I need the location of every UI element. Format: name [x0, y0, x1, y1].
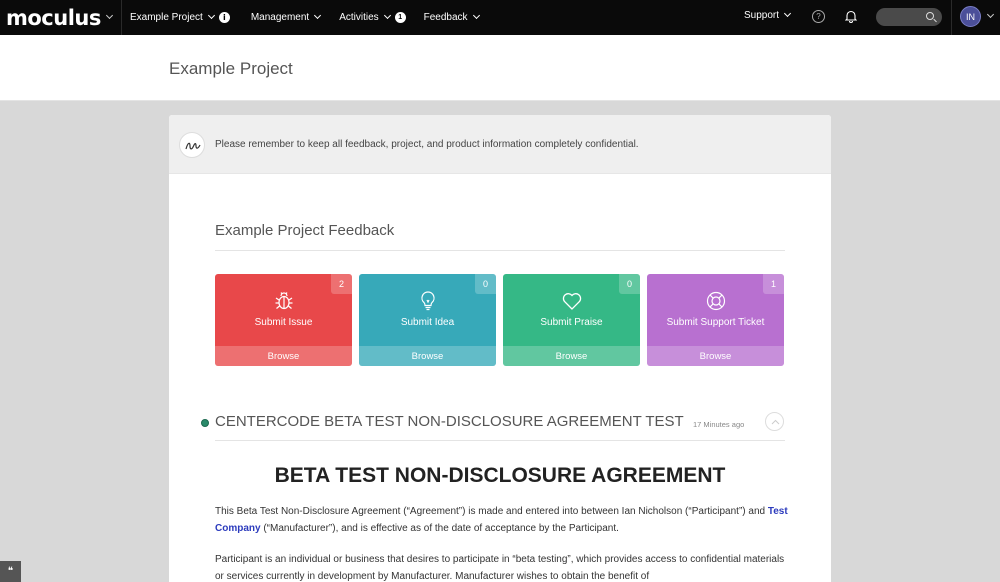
- lightbulb-icon: [417, 290, 439, 312]
- user-menu[interactable]: IN: [960, 6, 995, 27]
- activities-menu-label: Activities: [339, 12, 379, 23]
- submit-support-ticket-tile[interactable]: 1 Submit Support Ticket Browse: [647, 274, 784, 366]
- browse-ideas-button[interactable]: Browse: [359, 346, 496, 366]
- submit-idea-label: Submit Idea: [400, 317, 455, 328]
- chevron-down-icon: [207, 11, 215, 20]
- feedback-menu-label: Feedback: [423, 12, 468, 23]
- search-input[interactable]: [876, 8, 942, 26]
- chevron-down-icon: [383, 11, 391, 20]
- notice-text: Please remember to keep all feedback, pr…: [215, 139, 639, 150]
- submit-issue-label: Submit Issue: [254, 317, 313, 328]
- activity-title[interactable]: CENTERCODE BETA TEST NON-DISCLOSURE AGRE…: [215, 413, 684, 430]
- praise-count-badge: 0: [619, 274, 640, 294]
- browse-issues-button[interactable]: Browse: [215, 346, 352, 366]
- help-icon[interactable]: ?: [812, 10, 825, 23]
- feedback-section-title: Example Project Feedback: [215, 222, 395, 239]
- chevron-down-icon: [105, 11, 113, 20]
- support-menu-label: Support: [744, 10, 780, 21]
- document-paragraph: Participant is an individual or business…: [215, 554, 785, 582]
- management-menu-label: Management: [250, 12, 310, 23]
- bell-icon[interactable]: [844, 10, 858, 23]
- status-dot: [201, 419, 209, 427]
- collapse-toggle-icon[interactable]: [765, 412, 784, 431]
- divider: [215, 440, 785, 441]
- browse-praise-button[interactable]: Browse: [503, 346, 640, 366]
- confidentiality-notice: Please remember to keep all feedback, pr…: [169, 115, 831, 174]
- support-menu[interactable]: Support: [744, 9, 792, 21]
- brand-logo: moculus: [6, 5, 101, 30]
- brand-menu[interactable]: moculus: [0, 0, 122, 35]
- paragraph-text: This Beta Test Non-Disclosure Agreement …: [215, 506, 768, 517]
- top-navbar: moculus Example Project i Management Act…: [0, 0, 1000, 35]
- chevron-down-icon: [986, 10, 995, 19]
- paragraph-text: (“Manufacturer”), and is effective as of…: [260, 523, 619, 534]
- avatar: IN: [960, 6, 981, 27]
- chevron-down-icon: [314, 11, 322, 20]
- divider: [215, 250, 785, 251]
- activity-timestamp: 17 Minutes ago: [693, 420, 745, 429]
- chevron-down-icon: [472, 11, 480, 20]
- idea-count-badge: 0: [475, 274, 496, 294]
- submit-support-ticket-label: Submit Support Ticket: [666, 317, 765, 328]
- nav-divider: [951, 0, 952, 35]
- quote-icon[interactable]: ❝: [0, 561, 21, 582]
- activities-menu[interactable]: Activities 1: [339, 11, 406, 23]
- info-icon[interactable]: i: [218, 12, 230, 23]
- bug-icon: [273, 290, 295, 312]
- support-count-badge: 1: [763, 274, 784, 294]
- submit-praise-tile[interactable]: 0 Submit Praise Browse: [503, 274, 640, 366]
- document-paragraph: This Beta Test Non-Disclosure Agreement …: [215, 503, 790, 537]
- project-menu[interactable]: Example Project i: [130, 11, 230, 23]
- heart-icon: [561, 290, 583, 312]
- management-menu[interactable]: Management: [250, 11, 322, 23]
- search-icon: [926, 12, 934, 20]
- page-header: Example Project: [0, 35, 1000, 101]
- browse-support-tickets-button[interactable]: Browse: [647, 346, 784, 366]
- project-menu-label: Example Project: [130, 12, 203, 23]
- submit-issue-tile[interactable]: 2 Submit Issue Browse: [215, 274, 352, 366]
- submit-praise-label: Submit Praise: [540, 317, 603, 328]
- document-heading: BETA TEST NON-DISCLOSURE AGREEMENT: [274, 464, 726, 487]
- activities-count-badge: 1: [394, 12, 406, 23]
- lifebuoy-icon: [705, 290, 727, 312]
- chevron-down-icon: [783, 9, 792, 18]
- issue-count-badge: 2: [331, 274, 352, 294]
- feedback-menu[interactable]: Feedback: [423, 11, 480, 23]
- project-card: Please remember to keep all feedback, pr…: [169, 115, 831, 582]
- page-title: Example Project: [169, 59, 293, 78]
- centercode-logo-icon: [179, 132, 205, 158]
- submit-idea-tile[interactable]: 0 Submit Idea Browse: [359, 274, 496, 366]
